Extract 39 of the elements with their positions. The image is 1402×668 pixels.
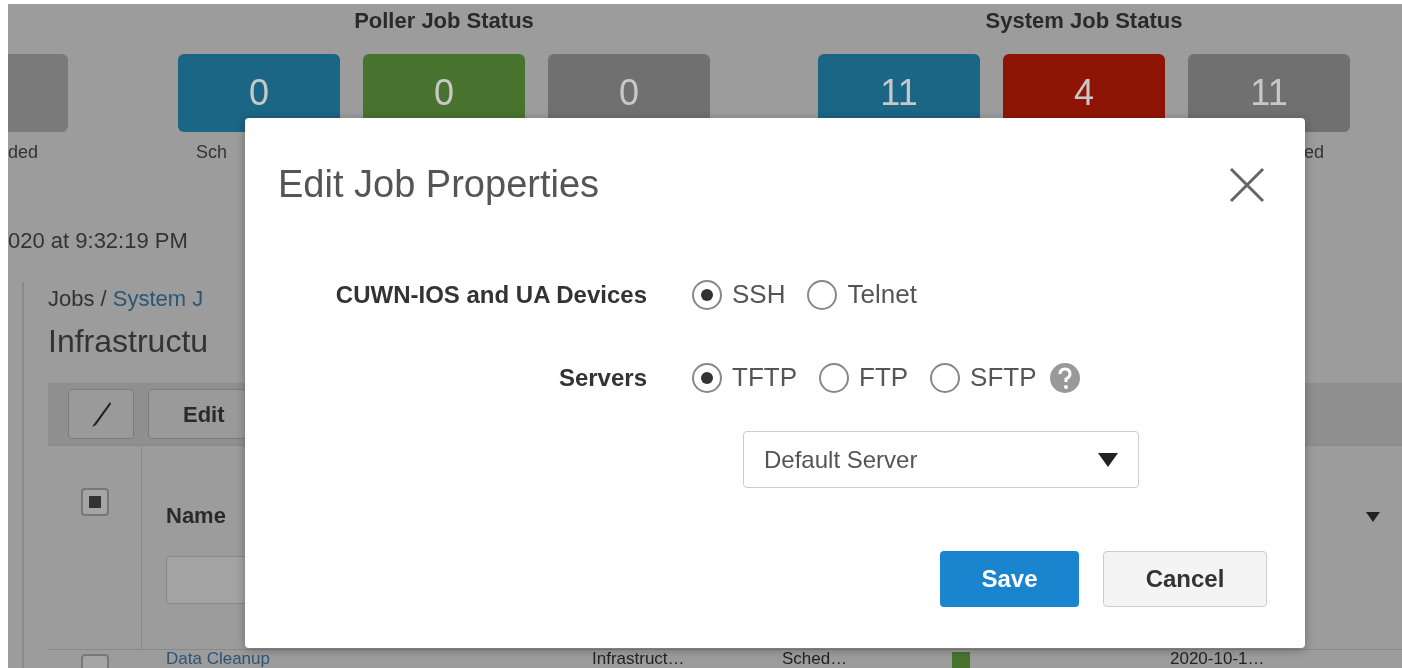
status-icon xyxy=(952,652,970,668)
table-cell: 2020-10-1… xyxy=(1170,650,1265,668)
count-tile[interactable]: 0 xyxy=(178,54,340,132)
radio-label: SSH xyxy=(732,278,786,311)
radio-label: FTP xyxy=(859,361,909,394)
radio-button[interactable] xyxy=(692,362,722,393)
column-header[interactable]: Name xyxy=(166,499,226,532)
help-icon[interactable] xyxy=(1048,361,1081,394)
checkbox[interactable] xyxy=(80,488,109,516)
tile-label: Sch xyxy=(196,140,228,164)
radio-label: Telnet xyxy=(847,278,917,311)
dropdown-caret-icon xyxy=(1098,452,1118,467)
field-label: CUWN-IOS and UA Devices xyxy=(334,279,648,310)
close-icon xyxy=(1229,166,1265,203)
tile-label: ded xyxy=(8,140,39,164)
radio-label: SFTP xyxy=(970,361,1037,394)
cancel-button[interactable]: Cancel xyxy=(1103,551,1267,607)
radio-button[interactable] xyxy=(807,279,838,310)
dialog-title: Edit Job Properties xyxy=(278,162,600,207)
timestamp: 020 at 9:32:19 PM xyxy=(8,227,189,255)
edit-icon-button[interactable] xyxy=(68,389,134,439)
table-cell-text: Infrastruct… xyxy=(592,650,686,668)
field-label: Servers xyxy=(557,362,648,393)
breadcrumb-link[interactable]: System J xyxy=(112,282,204,315)
radio-label: TFTP xyxy=(732,361,797,394)
sort-caret-icon xyxy=(1366,512,1380,522)
page-heading: Infrastructu xyxy=(48,322,209,361)
radio-button[interactable] xyxy=(930,362,961,393)
tile-label: ed xyxy=(1303,140,1324,164)
job-name-link[interactable]: Data Cleanup xyxy=(142,650,592,668)
server-select[interactable]: Default Server xyxy=(743,431,1139,488)
breadcrumb-root[interactable]: Jobs / xyxy=(48,282,107,315)
radio-button[interactable] xyxy=(692,279,722,310)
radio-button[interactable] xyxy=(819,362,849,393)
group-title: Poller Job Status xyxy=(354,7,534,35)
pencil-icon xyxy=(90,400,112,428)
group-title: System Job Status xyxy=(985,7,1183,35)
save-button[interactable]: Save xyxy=(940,551,1079,607)
table-cell-text: Sched… xyxy=(782,650,849,668)
